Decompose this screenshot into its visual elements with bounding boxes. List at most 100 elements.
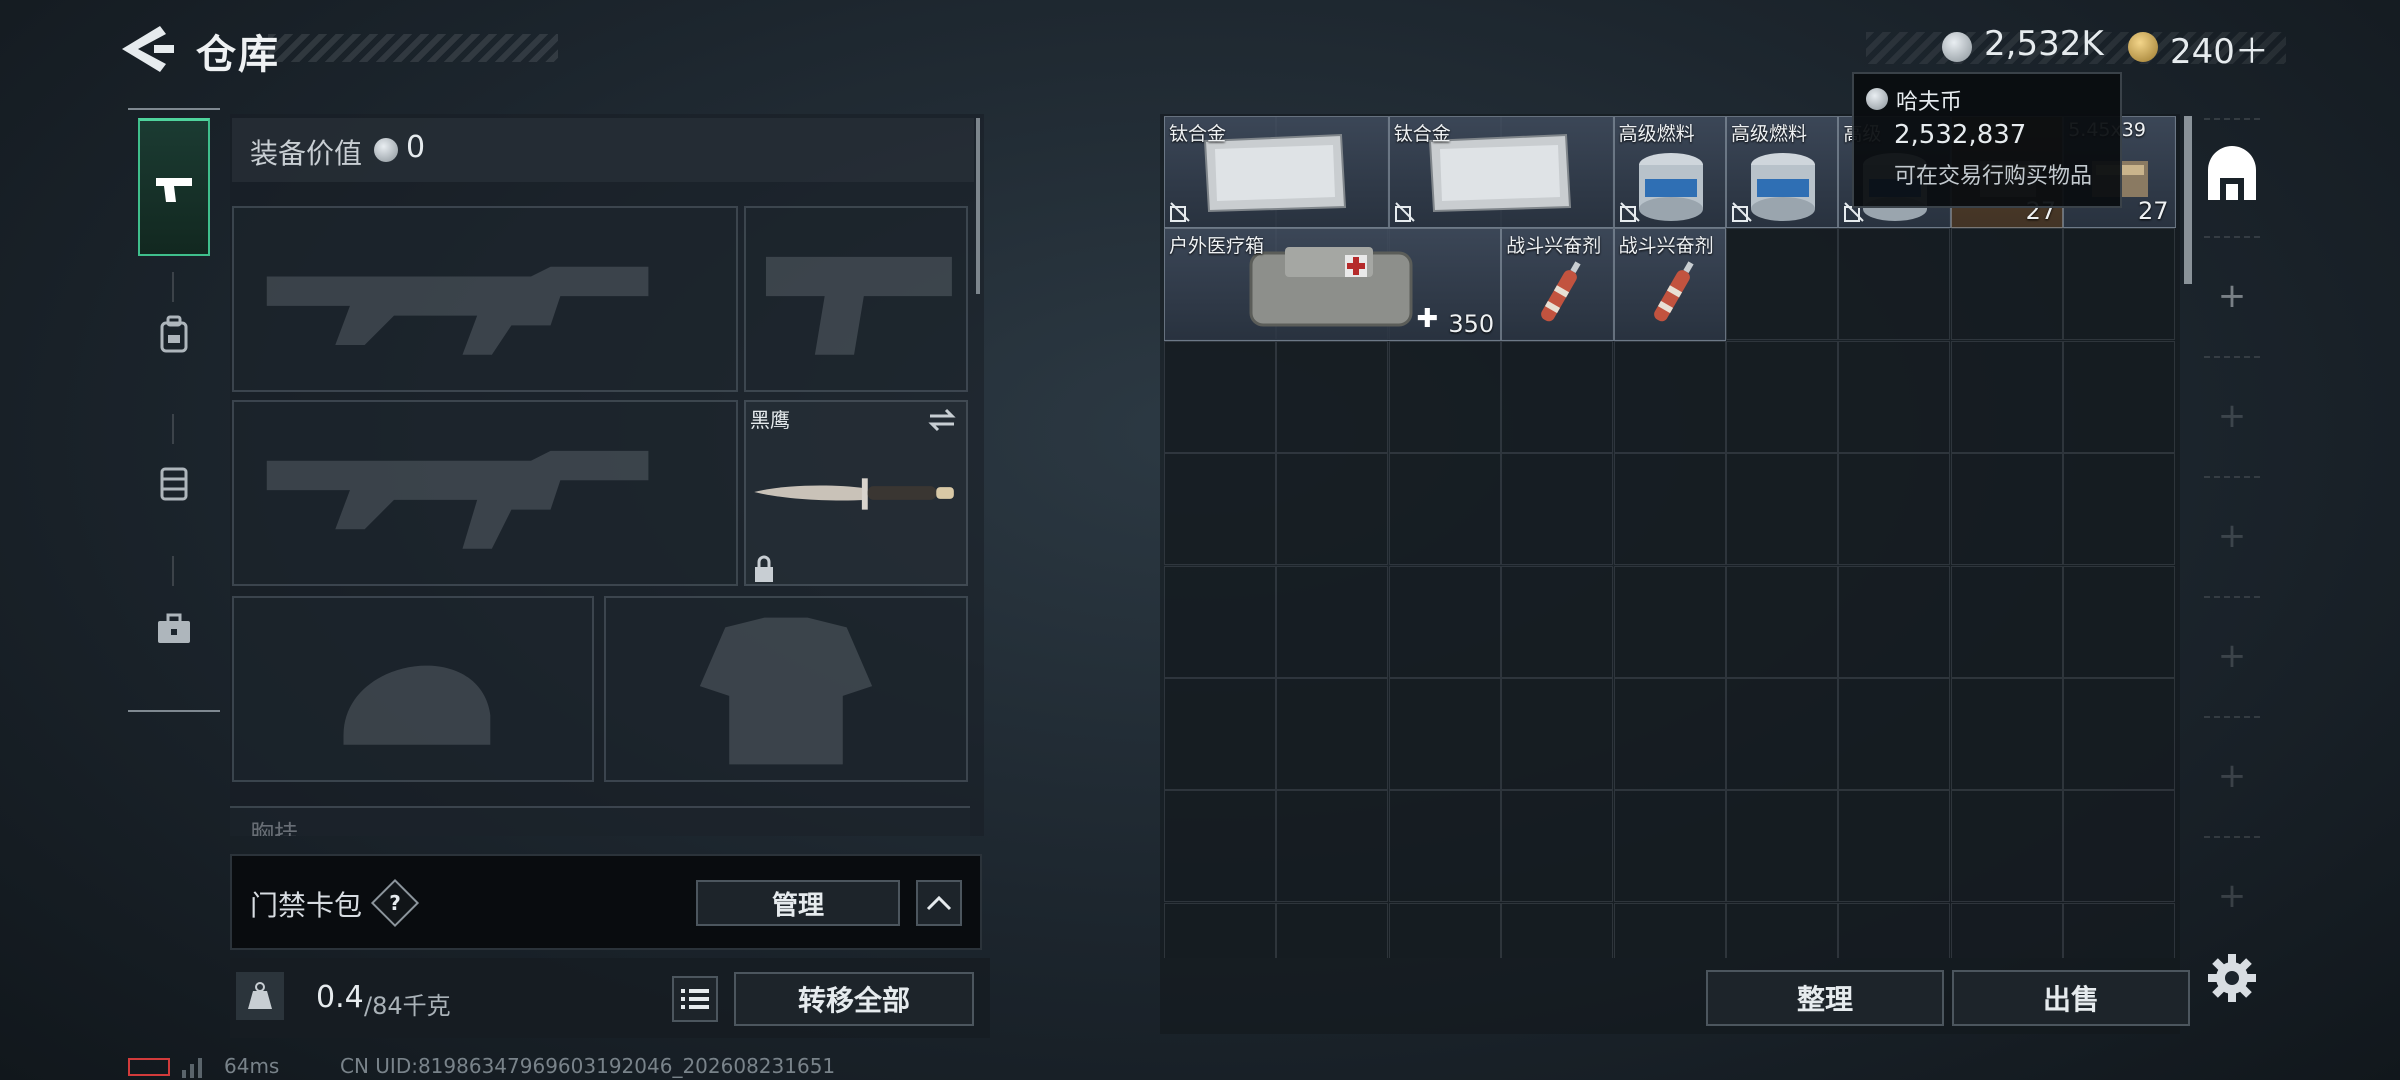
vest-icon [160,467,188,501]
stash-cell[interactable] [1501,902,1614,958]
stash-cell[interactable] [1164,565,1276,678]
stash-cell[interactable] [1838,902,1951,958]
stash-item[interactable]: 钛合金 [1164,116,1389,229]
haf-coin-icon[interactable] [1942,32,1972,62]
add-container-button[interactable]: + [2200,264,2264,328]
stash-cell[interactable] [1276,678,1389,790]
sell-button[interactable]: 出售 [1952,970,2190,1026]
helmet-slot[interactable] [232,596,594,782]
add-container-button[interactable]: + [2200,504,2264,568]
stash-cell[interactable] [1726,790,1838,903]
stash-item[interactable]: 战斗兴奋剂 [1501,228,1614,341]
gold-coin-icon[interactable] [2128,32,2158,62]
stash-cell[interactable] [1950,228,2063,341]
secondary-weapon-slot[interactable] [232,400,738,586]
stash-cell[interactable] [1613,902,1726,958]
haf-coin-balance[interactable]: 2,532K [1984,24,2104,64]
stash-cell[interactable] [1164,678,1276,790]
stash-cell[interactable] [1388,340,1501,453]
add-container-button[interactable]: + [2200,864,2264,928]
tab-armor[interactable] [138,414,210,552]
stash-cell[interactable] [1613,453,1726,566]
stash-cell[interactable] [1838,565,1951,678]
stash-cell[interactable] [1726,340,1838,453]
stash-cell[interactable] [1838,790,1951,903]
stash-cell[interactable] [1276,790,1389,903]
tab-toolbox[interactable] [138,560,210,698]
stash-cell[interactable] [1726,228,1838,341]
stash-cell[interactable] [1950,678,2063,790]
stash-cell[interactable] [1388,565,1501,678]
stash-cell[interactable] [1276,565,1389,678]
stash-cell[interactable] [1950,790,2063,903]
back-arrow-icon[interactable] [120,24,176,74]
stash-cell[interactable] [1726,678,1838,790]
stash-cell[interactable] [1164,902,1276,958]
transfer-all-button[interactable]: 转移全部 [734,972,974,1026]
stash-cell[interactable] [2063,228,2176,341]
tab-gear[interactable] [138,266,210,404]
manage-button[interactable]: 管理 [696,880,900,926]
gear-icon[interactable] [2206,952,2258,1004]
stash-cell[interactable] [1388,678,1501,790]
stash-cell[interactable] [1501,340,1614,453]
stash-cell[interactable] [2063,902,2176,958]
stash-cell[interactable] [2063,565,2176,678]
column-divider [2204,836,2260,838]
stash-item[interactable]: 战斗兴奋剂 [1613,228,1726,341]
stash-grid[interactable]: 钛合金钛合金高级燃料高级燃料高级275.45x3927户外医疗箱350✚战斗兴奋… [1164,116,2176,958]
stash-cell[interactable] [1613,678,1726,790]
stash-cell[interactable] [2063,678,2176,790]
sidearm-slot[interactable] [744,206,968,392]
stash-cell[interactable] [1501,678,1614,790]
add-container-button[interactable]: + [2200,624,2264,688]
sort-button[interactable]: 整理 [1706,970,1944,1026]
stash-cell[interactable] [2063,340,2176,453]
stash-cell[interactable] [1276,453,1389,566]
stash-cell[interactable] [1613,565,1726,678]
stash-cell[interactable] [1276,902,1389,958]
equipment-scrollbar[interactable] [976,118,980,294]
stash-cell[interactable] [2063,790,2176,903]
expand-button[interactable] [916,880,962,926]
primary-weapon-slot[interactable] [232,206,738,392]
list-view-button[interactable] [672,976,718,1022]
stash-cell[interactable] [1950,340,2063,453]
tab-weapons[interactable] [138,118,210,256]
stash-cell[interactable] [1388,790,1501,903]
stash-cell[interactable] [1501,453,1614,566]
stash-cell[interactable] [1164,453,1276,566]
add-container-button[interactable]: + [2200,384,2264,448]
stash-cell[interactable] [1388,453,1501,566]
stash-cell[interactable] [1950,902,2063,958]
stash-cell[interactable] [1276,340,1389,453]
stash-cell[interactable] [1388,902,1501,958]
stash-cell[interactable] [1950,565,2063,678]
gold-coin-balance[interactable]: 240＋ [2170,24,2269,73]
stash-cell[interactable] [1726,453,1838,566]
stash-item[interactable]: 户外医疗箱 350 ✚ [1164,228,1502,341]
stash-cell[interactable] [1501,790,1614,903]
chest-rig-slot[interactable]: 胸挂 [230,806,970,836]
stash-cell[interactable] [1164,340,1276,453]
stash-cell[interactable] [1726,902,1838,958]
swap-icon[interactable] [926,406,958,434]
body-armor-slot[interactable] [604,596,968,782]
stash-cell[interactable] [1164,790,1276,903]
stash-item[interactable]: 钛合金 [1388,116,1614,229]
stash-cell[interactable] [1838,678,1951,790]
stash-cell[interactable] [1838,340,1951,453]
stash-item[interactable]: 高级燃料 [1726,116,1839,229]
stash-scrollbar[interactable] [2184,116,2192,284]
container-icon[interactable] [2200,144,2264,208]
stash-cell[interactable] [1501,565,1614,678]
stash-cell[interactable] [1838,228,1951,341]
add-container-button[interactable]: + [2200,744,2264,808]
stash-cell[interactable] [1726,565,1838,678]
stash-cell[interactable] [1950,453,2063,566]
stash-item[interactable]: 高级燃料 [1613,116,1726,229]
stash-cell[interactable] [1613,790,1726,903]
stash-cell[interactable] [1838,453,1951,566]
stash-cell[interactable] [2063,453,2176,566]
stash-cell[interactable] [1613,340,1726,453]
